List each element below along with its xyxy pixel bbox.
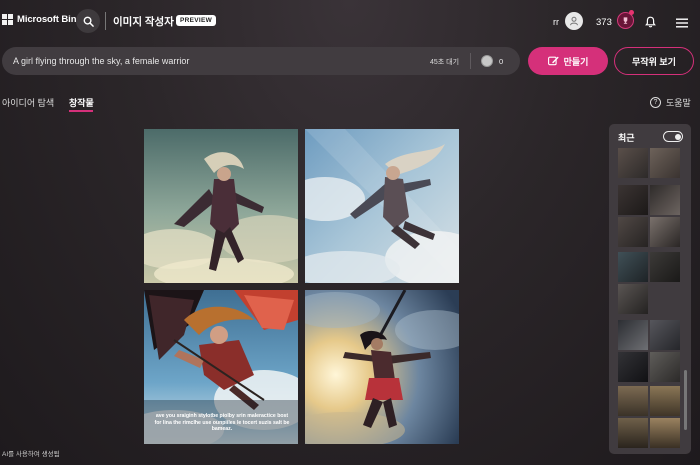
recent-thumbnail[interactable]	[650, 185, 680, 215]
menu-icon[interactable]	[676, 15, 688, 33]
boost-count: 0	[499, 57, 504, 66]
recent-thumbnail[interactable]	[650, 217, 680, 247]
generated-image-4[interactable]	[305, 290, 459, 444]
user-initials[interactable]: rr	[553, 17, 559, 27]
recent-toggle[interactable]	[663, 131, 683, 142]
rewards-points[interactable]: 373	[596, 17, 612, 28]
brand-name: Microsoft Bing	[17, 14, 83, 25]
create-button[interactable]: 만들기	[528, 47, 608, 75]
bell-icon[interactable]	[645, 15, 656, 33]
generated-image-3[interactable]: ave you sraiginh stylotbe piolby srin ma…	[144, 290, 298, 444]
wait-time: 45초 대기	[430, 59, 460, 66]
ai-generated-note: AI를 사용하여 생성됨	[2, 451, 60, 458]
create-brush-icon	[547, 56, 559, 66]
user-icon	[570, 16, 578, 26]
recent-thumbnail[interactable]	[618, 352, 648, 382]
prompt-divider	[470, 53, 471, 69]
recent-thumbnail[interactable]	[650, 418, 680, 448]
header-divider	[105, 12, 106, 30]
recent-thumbnail[interactable]	[618, 320, 648, 350]
generated-image-1[interactable]	[144, 129, 298, 283]
surprise-label: 무작위 보기	[632, 56, 676, 67]
header: Microsoft Bing 이미지 작성자 PREVIEW rr 373	[0, 0, 700, 42]
search-icon	[83, 16, 94, 27]
recent-thumbnail[interactable]	[618, 284, 648, 314]
recent-scrollbar[interactable]	[684, 370, 687, 430]
search-button[interactable]	[76, 9, 100, 33]
recent-thumbnail[interactable]	[650, 148, 680, 178]
recent-thumbnail[interactable]	[618, 217, 648, 247]
recent-thumbnail[interactable]	[618, 386, 648, 416]
recent-thumbnail[interactable]	[618, 185, 648, 215]
recent-thumbnail[interactable]	[650, 386, 680, 416]
avatar[interactable]	[565, 12, 583, 30]
recent-thumbnail[interactable]	[650, 252, 680, 282]
image-overlay-text: ave you sraiginh stylotbe piolby srin ma…	[154, 413, 290, 432]
recent-title: 최근	[618, 133, 635, 143]
windows-logo-icon	[2, 14, 13, 25]
active-tab-indicator	[69, 110, 93, 112]
tab-creations[interactable]: 창작물	[69, 96, 94, 109]
notification-dot	[629, 10, 634, 15]
recent-panel: 최근	[609, 124, 691, 454]
toggle-knob	[674, 133, 681, 140]
recent-thumbnail[interactable]	[618, 418, 648, 448]
recent-thumbnail[interactable]	[650, 352, 680, 382]
help-label: 도움말	[666, 98, 691, 108]
bing-logo[interactable]: Microsoft Bing	[2, 14, 82, 25]
recent-thumbnail[interactable]	[618, 148, 648, 178]
coin-icon	[481, 55, 493, 67]
page-title[interactable]: 이미지 작성자	[113, 14, 174, 29]
prompt-input[interactable]: A girl flying through the sky, a female …	[2, 47, 520, 75]
help-link[interactable]: ? 도움말	[650, 96, 691, 109]
recent-thumbnail[interactable]	[650, 320, 680, 350]
create-label: 만들기	[563, 56, 589, 67]
help-icon: ?	[650, 97, 661, 108]
preview-badge: PREVIEW	[176, 15, 217, 26]
prompt-text[interactable]: A girl flying through the sky, a female …	[13, 56, 189, 66]
tab-explore-ideas[interactable]: 아이디어 탐색	[2, 96, 54, 109]
recent-thumbnail[interactable]	[618, 252, 648, 282]
generated-image-2[interactable]	[305, 129, 459, 283]
surprise-me-button[interactable]: 무작위 보기	[614, 47, 694, 75]
